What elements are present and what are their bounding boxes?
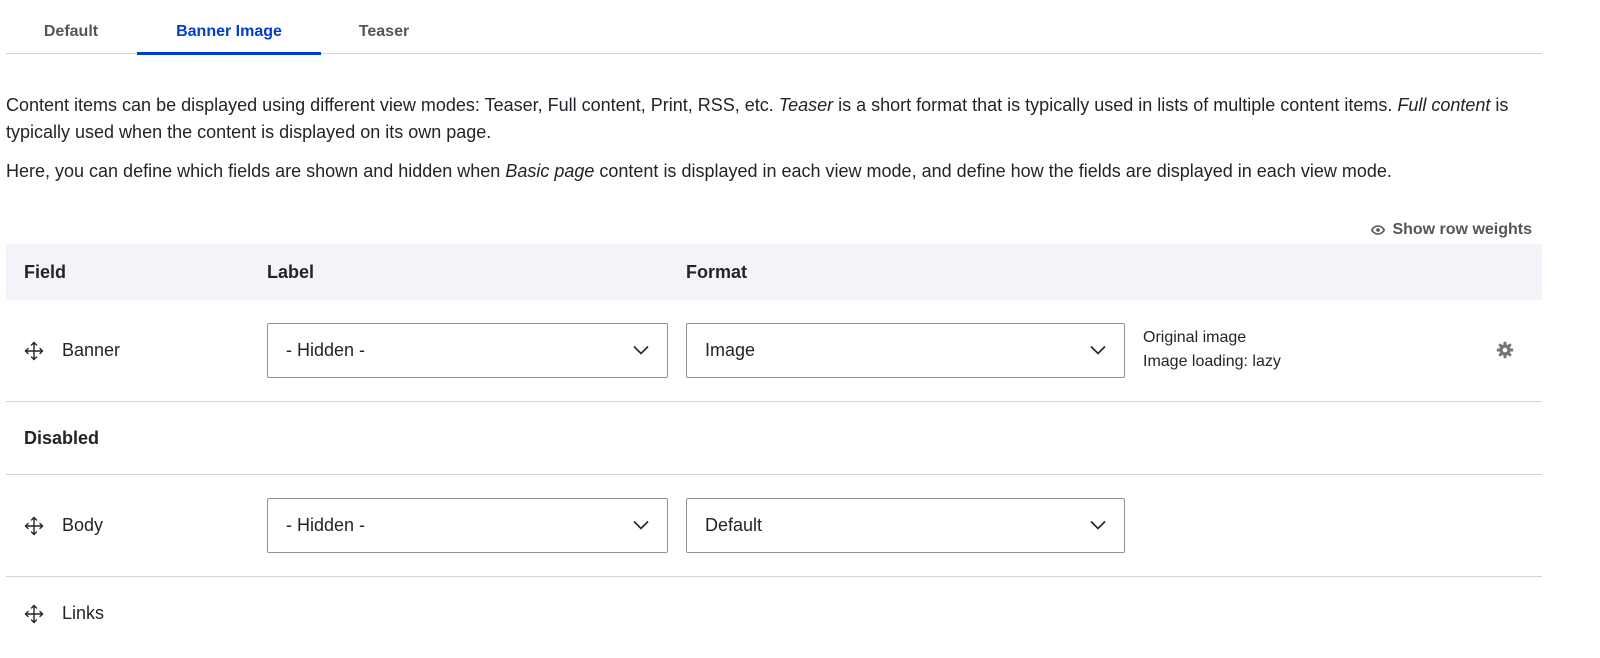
drag-handle-icon[interactable] <box>24 516 44 536</box>
chevron-down-icon <box>633 520 649 530</box>
tab-teaser-label: Teaser <box>358 23 410 40</box>
eye-icon <box>1371 225 1386 235</box>
column-header-label: Label <box>267 262 315 282</box>
column-header-format: Format <box>686 262 748 282</box>
region-title-row: Disabled <box>6 402 1542 475</box>
label-select-value: - Hidden - <box>286 340 366 360</box>
region-title-disabled: Disabled <box>24 428 100 448</box>
summary-line: Original image <box>1143 329 1247 346</box>
show-row-weights-button[interactable]: Show row weights <box>1371 218 1532 242</box>
gear-icon[interactable] <box>1496 341 1514 359</box>
field-name: Banner <box>62 340 121 360</box>
field-display-table: Field Label Format Banner - Hidden - Ima… <box>6 244 1542 657</box>
description-text: content is displayed in each view mode, … <box>594 161 1392 181</box>
table-row-links: Links <box>6 577 1542 657</box>
description-paragraph-2: Here, you can define which fields are sh… <box>6 158 1526 185</box>
tab-banner-image[interactable]: Banner Image <box>137 0 321 55</box>
format-select-value: Default <box>705 515 763 535</box>
tab-banner-image-label: Banner Image <box>176 23 282 40</box>
chevron-down-icon <box>1090 345 1106 355</box>
field-name: Links <box>62 603 105 623</box>
summary-line: Image loading: lazy <box>1143 353 1281 370</box>
description-emphasis: Basic page <box>505 161 595 181</box>
format-select[interactable]: Image <box>686 323 1125 378</box>
view-mode-tabs: Default Banner Image Teaser <box>6 0 1542 55</box>
label-select[interactable]: - Hidden - <box>267 323 668 378</box>
format-select[interactable]: Default <box>686 498 1125 553</box>
drag-handle-icon[interactable] <box>24 341 44 361</box>
tab-teaser[interactable]: Teaser <box>326 0 442 54</box>
description-emphasis: Full content <box>1397 95 1491 115</box>
description-emphasis: Teaser <box>778 95 834 115</box>
label-select[interactable]: - Hidden - <box>267 498 668 553</box>
chevron-down-icon <box>1090 520 1106 530</box>
chevron-down-icon <box>633 345 649 355</box>
field-name: Body <box>62 515 104 535</box>
format-select-value: Image <box>705 340 756 360</box>
drag-handle-icon[interactable] <box>24 604 44 624</box>
table-row-banner: Banner - Hidden - Image Original image I… <box>6 300 1542 402</box>
tab-default-label: Default <box>43 23 99 40</box>
column-header-field: Field <box>24 262 67 282</box>
table-header: Field Label Format <box>6 244 1542 300</box>
active-tab-indicator <box>137 52 321 55</box>
formatter-summary: Original image Image loading: lazy <box>1143 326 1281 374</box>
description-text: Here, you can define which fields are sh… <box>6 161 506 181</box>
label-select-value: - Hidden - <box>286 515 366 535</box>
description-paragraph-1: Content items can be displayed using dif… <box>6 92 1526 146</box>
description-text: Content items can be displayed using dif… <box>6 95 779 115</box>
table-row-body: Body - Hidden - Default <box>6 475 1542 577</box>
description-text: is a short format that is typically used… <box>833 95 1398 115</box>
tab-default[interactable]: Default <box>6 0 136 54</box>
show-row-weights-label: Show row weights <box>1392 221 1532 238</box>
